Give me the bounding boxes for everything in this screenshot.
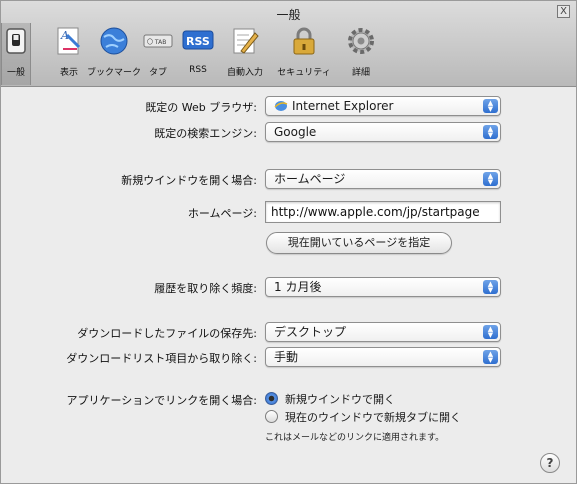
- advanced-gear-icon: [348, 28, 374, 54]
- open-links-label: アプリケーションでリンクを開く場合:: [66, 394, 258, 407]
- popup-arrows-icon: ▲ ▼: [483, 172, 498, 186]
- help-button[interactable]: ?: [540, 453, 560, 473]
- tab-appearance[interactable]: A 表示: [51, 23, 87, 85]
- autofill-pencil-icon: [233, 28, 259, 54]
- general-settings-panel: 既定の Web ブラウザ: Internet Explorer ▲ ▼ 既定の検索…: [9, 88, 569, 478]
- svg-text:〇 TAB: 〇 TAB: [147, 39, 166, 46]
- new-window-popup[interactable]: ホームページ ▲ ▼: [265, 169, 501, 189]
- popup-arrows-icon: ▲ ▼: [483, 125, 498, 139]
- close-button[interactable]: X: [557, 5, 570, 18]
- download-list-value: 手動: [274, 350, 299, 364]
- preferences-toolbar: 一般 A 表示 ブックマーク 〇 TAB タブ RSS RSS 自動入力 セキュ…: [1, 23, 576, 85]
- tab-advanced[interactable]: 詳細: [345, 23, 377, 85]
- security-lock-icon: [293, 27, 315, 55]
- tab-autofill[interactable]: 自動入力: [223, 23, 267, 85]
- download-list-label: ダウンロードリスト項目から取り除く:: [66, 352, 257, 365]
- default-browser-label: 既定の Web ブラウザ:: [145, 101, 257, 114]
- popup-arrows-icon: ▲ ▼: [483, 99, 498, 113]
- tab-security[interactable]: セキュリティ: [277, 23, 331, 85]
- default-search-value: Google: [274, 125, 317, 139]
- tab-autofill-label: 自動入力: [226, 68, 263, 78]
- tab-bookmarks[interactable]: ブックマーク: [87, 23, 141, 85]
- tab-general-label: 一般: [6, 68, 25, 78]
- default-browser-value: Internet Explorer: [292, 99, 394, 113]
- set-current-page-button[interactable]: 現在開いているページを指定: [266, 232, 452, 254]
- titlebar: 一般 X 一般 A 表示 ブックマーク 〇 TAB タブ RSS RSS 自動入…: [1, 1, 576, 87]
- download-location-value: デスクトップ: [274, 325, 347, 339]
- open-links-option-1: 新規ウインドウで開く: [285, 393, 395, 406]
- new-window-label: 新規ウインドウを開く場合:: [121, 174, 257, 187]
- popup-arrows-icon: ▲ ▼: [483, 350, 498, 364]
- default-browser-popup[interactable]: Internet Explorer ▲ ▼: [265, 96, 501, 116]
- tab-advanced-label: 詳細: [351, 68, 370, 78]
- internet-explorer-icon: [274, 101, 288, 111]
- popup-arrows-icon: ▲ ▼: [483, 280, 498, 294]
- preferences-window: 一般 X 一般 A 表示 ブックマーク 〇 TAB タブ RSS RSS 自動入…: [0, 0, 577, 484]
- radio-selected-icon: [265, 392, 278, 405]
- radio-unselected-icon: [265, 410, 278, 423]
- history-value: 1 カ月後: [274, 280, 322, 294]
- tabs-icon: 〇 TAB: [143, 34, 173, 48]
- rss-icon: RSS: [182, 30, 214, 50]
- download-location-label: ダウンロードしたファイルの保存先:: [77, 327, 257, 340]
- homepage-field[interactable]: [265, 201, 501, 223]
- new-window-value: ホームページ: [274, 172, 346, 186]
- general-switch-icon: [6, 28, 26, 54]
- default-search-popup[interactable]: Google ▲ ▼: [265, 122, 501, 142]
- tab-general[interactable]: 一般: [1, 23, 31, 85]
- bookmarks-globe-icon: [100, 27, 128, 55]
- appearance-icon: A: [57, 27, 81, 55]
- svg-text:RSS: RSS: [186, 35, 210, 48]
- window-title: 一般: [276, 8, 301, 22]
- tab-security-label: セキュリティ: [277, 68, 331, 78]
- open-links-option-2: 現在のウインドウで新規タブに開く: [285, 411, 461, 424]
- open-links-note: これはメールなどのリンクに適用されます。: [265, 433, 445, 443]
- history-popup[interactable]: 1 カ月後 ▲ ▼: [265, 277, 501, 297]
- homepage-label: ホームページ:: [187, 207, 257, 220]
- download-location-popup[interactable]: デスクトップ ▲ ▼: [265, 322, 501, 342]
- popup-arrows-icon: ▲ ▼: [483, 325, 498, 339]
- tab-tabs[interactable]: 〇 TAB タブ: [141, 23, 175, 85]
- default-search-label: 既定の検索エンジン:: [154, 127, 257, 140]
- history-label: 履歴を取り除く頻度:: [154, 282, 257, 295]
- tab-rss[interactable]: RSS RSS: [181, 23, 215, 85]
- download-list-popup[interactable]: 手動 ▲ ▼: [265, 347, 501, 367]
